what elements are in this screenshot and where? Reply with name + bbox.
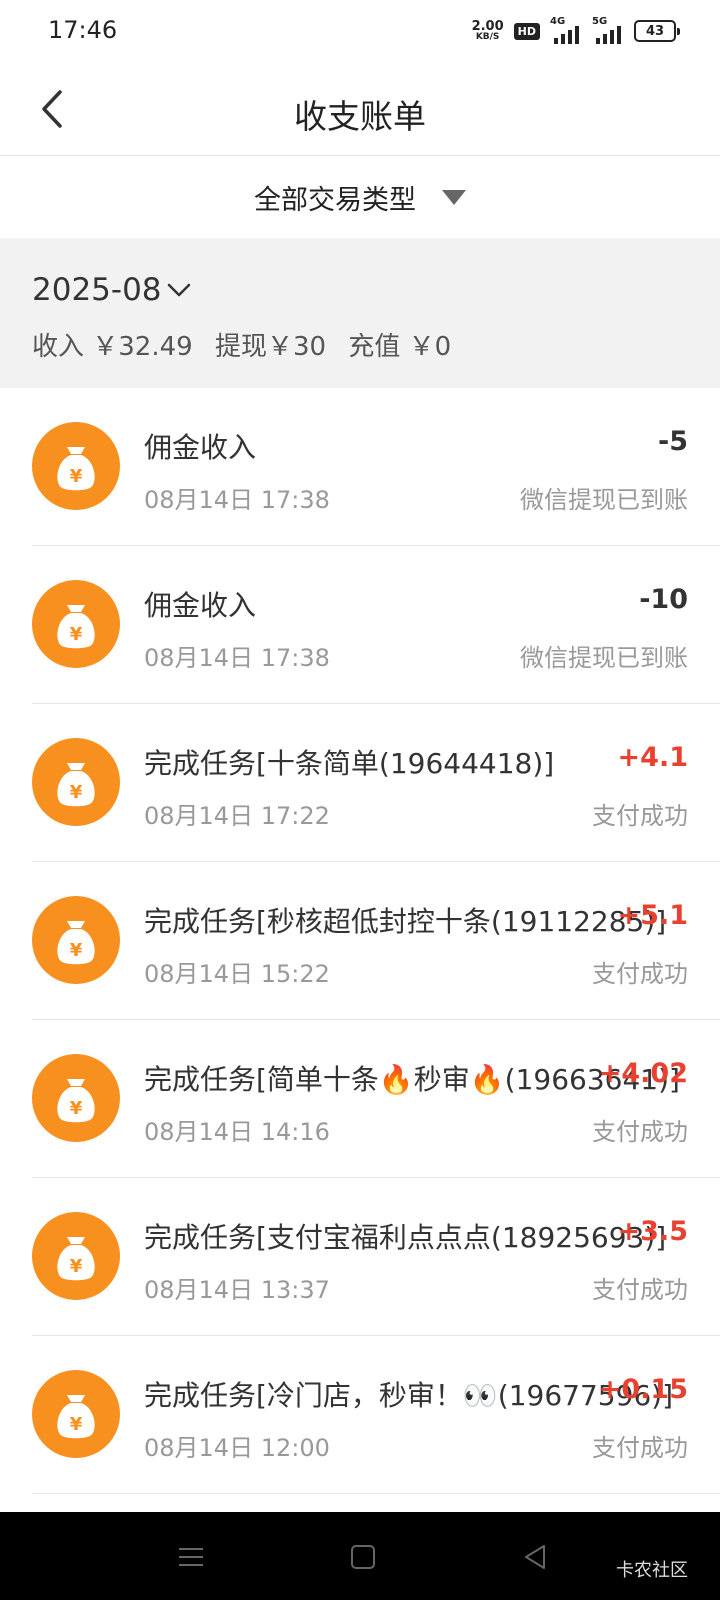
transaction-date: 08月14日 13:37 <box>144 1276 330 1304</box>
hd-badge: HD <box>513 22 540 40</box>
transaction-title: 完成任务[十条简单(19644418)] <box>144 747 555 780</box>
transaction-title: 佣金收入 <box>144 431 257 464</box>
transaction-row[interactable]: ¥ 完成任务[秒核超低封控十条(19112285)] +5.1 08月14日 15:2… <box>0 862 720 1020</box>
page-title: 收支账单 <box>294 97 426 136</box>
svg-text:¥: ¥ <box>70 624 83 645</box>
nav-back-button[interactable] <box>518 1540 552 1574</box>
transaction-amount: +4.02 <box>598 1058 688 1089</box>
money-bag-icon: ¥ <box>32 422 120 510</box>
transaction-row[interactable]: ¥ 完成任务[十条简单(19644418)] +4.1 08月14日 17:22 支付成… <box>0 704 720 862</box>
triangle-back-icon <box>525 1545 545 1569</box>
menu-icon <box>179 1548 203 1566</box>
recharge-total: 充值 ￥0 <box>348 332 452 362</box>
transaction-title: 完成任务[秒核超低封控十条(19112285)] <box>144 905 667 938</box>
transaction-amount: +0.15 <box>598 1374 688 1405</box>
transaction-amount: -5 <box>658 426 688 457</box>
signal-4g-icon: 4G <box>550 16 582 44</box>
transaction-row[interactable]: ¥ 完成任务[简单十条🔥秒审🔥(19663641)] +4.02 08月14日 14:… <box>0 1020 720 1178</box>
nav-menu-button[interactable] <box>174 1540 208 1574</box>
transaction-amount: -10 <box>639 584 688 615</box>
transaction-date: 08月14日 14:16 <box>144 1118 330 1146</box>
svg-text:¥: ¥ <box>70 1098 83 1119</box>
transaction-status: 支付成功 <box>592 960 688 988</box>
battery-level: 43 <box>645 23 665 39</box>
money-bag-icon: ¥ <box>32 1212 120 1300</box>
battery-icon: 43 <box>634 20 680 42</box>
status-time: 17:46 <box>48 16 118 44</box>
money-bag-icon: ¥ <box>32 738 120 826</box>
transaction-date: 08月14日 17:38 <box>144 644 330 672</box>
income-total: 收入 ￥32.49 <box>32 332 193 362</box>
transaction-list: ¥ 佣金收入 -5 08月14日 17:38 微信提现已到账 ¥ 佣金收入 -10 08月14日… <box>0 388 720 1494</box>
transaction-amount: +4.1 <box>617 742 688 773</box>
transaction-status: 支付成功 <box>592 1276 688 1304</box>
transaction-status: 支付成功 <box>592 802 688 830</box>
transaction-status: 微信提现已到账 <box>520 644 688 672</box>
system-nav-bar: 卡农社区 <box>0 1512 720 1600</box>
money-bag-icon: ¥ <box>32 1370 120 1458</box>
transaction-title: 完成任务[支付宝福利点点点(18925693)] <box>144 1221 667 1254</box>
month-label: 2025-08 <box>32 272 162 308</box>
transaction-row[interactable]: ¥ 佣金收入 -5 08月14日 17:38 微信提现已到账 <box>0 388 720 546</box>
transaction-row[interactable]: ¥ 完成任务[冷门店，秒审！👀(19677596)] +0.15 08月14日 12:… <box>0 1336 720 1494</box>
svg-text:¥: ¥ <box>70 1414 83 1435</box>
summary-totals: 收入 ￥32.49 提现￥30 充值 ￥0 <box>32 326 465 363</box>
transaction-amount: +3.5 <box>617 1216 688 1247</box>
money-bag-icon: ¥ <box>32 1054 120 1142</box>
money-bag-icon: ¥ <box>32 580 120 668</box>
transaction-row[interactable]: ¥ 佣金收入 -10 08月14日 17:38 微信提现已到账 <box>0 546 720 704</box>
chevron-down-icon <box>167 283 190 297</box>
svg-text:¥: ¥ <box>70 782 83 803</box>
status-icons: 2.00 KB/S HD 4G 5G 43 <box>472 16 680 46</box>
transaction-status: 支付成功 <box>592 1118 688 1146</box>
network-speed: 2.00 KB/S <box>472 20 504 42</box>
signal-5g-icon: 5G <box>592 16 624 44</box>
svg-text:¥: ¥ <box>70 940 83 961</box>
money-bag-icon: ¥ <box>32 896 120 984</box>
transaction-row[interactable]: ¥ 完成任务[支付宝福利点点点(18925693)] +3.5 08月14日 13:3… <box>0 1178 720 1336</box>
transaction-date: 08月14日 12:00 <box>144 1434 330 1462</box>
svg-text:¥: ¥ <box>70 1256 83 1277</box>
withdraw-total: 提现￥30 <box>214 332 327 362</box>
month-picker[interactable]: 2025-08 <box>32 272 192 308</box>
triangle-down-icon <box>442 189 466 205</box>
nav-home-button[interactable] <box>346 1540 380 1574</box>
filter-label: 全部交易类型 <box>254 184 416 216</box>
status-bar: 17:46 2.00 KB/S HD 4G 5G 43 <box>0 0 720 64</box>
transaction-title: 佣金收入 <box>144 589 257 622</box>
app-header: 收支账单 <box>0 64 720 156</box>
transaction-status: 支付成功 <box>592 1434 688 1462</box>
watermark-text: 卡农社区 <box>616 1560 688 1581</box>
transaction-type-filter[interactable]: 全部交易类型 <box>0 157 720 237</box>
month-summary: 2025-08 收入 ￥32.49 提现￥30 充值 ￥0 <box>0 238 720 388</box>
transaction-amount: +5.1 <box>617 900 688 931</box>
transaction-date: 08月14日 17:38 <box>144 486 330 514</box>
network-speed-unit: KB/S <box>475 32 500 42</box>
transaction-status: 微信提现已到账 <box>520 486 688 514</box>
transaction-date: 08月14日 17:22 <box>144 802 330 830</box>
svg-text:¥: ¥ <box>70 466 83 487</box>
square-home-icon <box>351 1545 375 1569</box>
transaction-date: 08月14日 15:22 <box>144 960 330 988</box>
